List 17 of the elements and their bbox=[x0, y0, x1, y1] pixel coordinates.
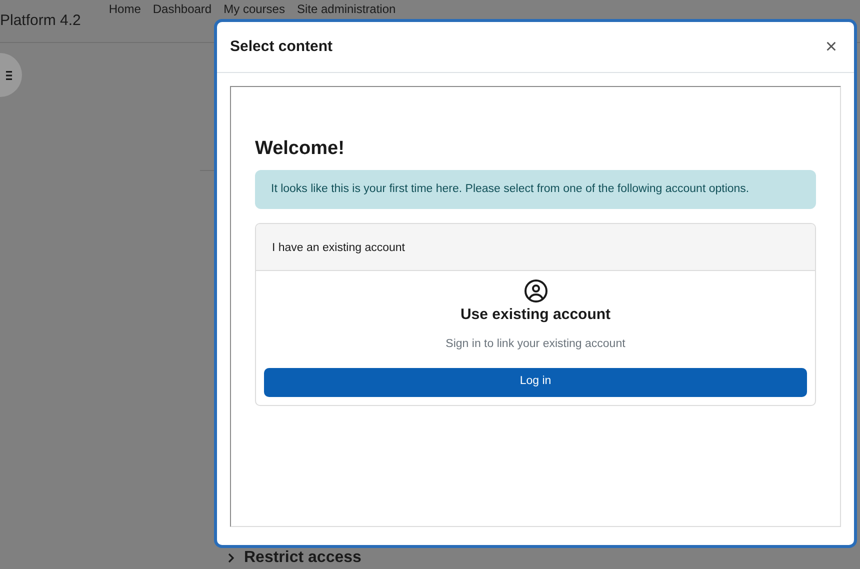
nav-link[interactable]: Dashboard bbox=[152, 2, 212, 16]
card-title: Use existing account bbox=[460, 304, 611, 325]
log-in-button[interactable]: Log in bbox=[264, 368, 807, 396]
nav-link[interactable]: My courses bbox=[224, 2, 285, 16]
close-button[interactable]: × bbox=[821, 37, 841, 57]
info-alert: It looks like this is your first time here. Please select from one of the following account options. bbox=[255, 170, 816, 209]
site-name[interactable]: Platform 4.2 bbox=[0, 10, 81, 32]
card-header: I have an existing account bbox=[272, 242, 405, 254]
section-heading: Restrict access bbox=[244, 549, 362, 567]
chevron-icon bbox=[226, 553, 236, 563]
nav-link[interactable]: Site administration bbox=[296, 2, 396, 16]
menu-icon bbox=[6, 70, 12, 80]
card-subtitle: Sign in to link your existing account bbox=[446, 337, 626, 352]
modal-title: Select content bbox=[230, 36, 333, 57]
nav-link[interactable]: Home bbox=[108, 2, 141, 16]
user-circle-icon bbox=[524, 278, 548, 303]
welcome-heading: Welcome! bbox=[255, 137, 346, 161]
